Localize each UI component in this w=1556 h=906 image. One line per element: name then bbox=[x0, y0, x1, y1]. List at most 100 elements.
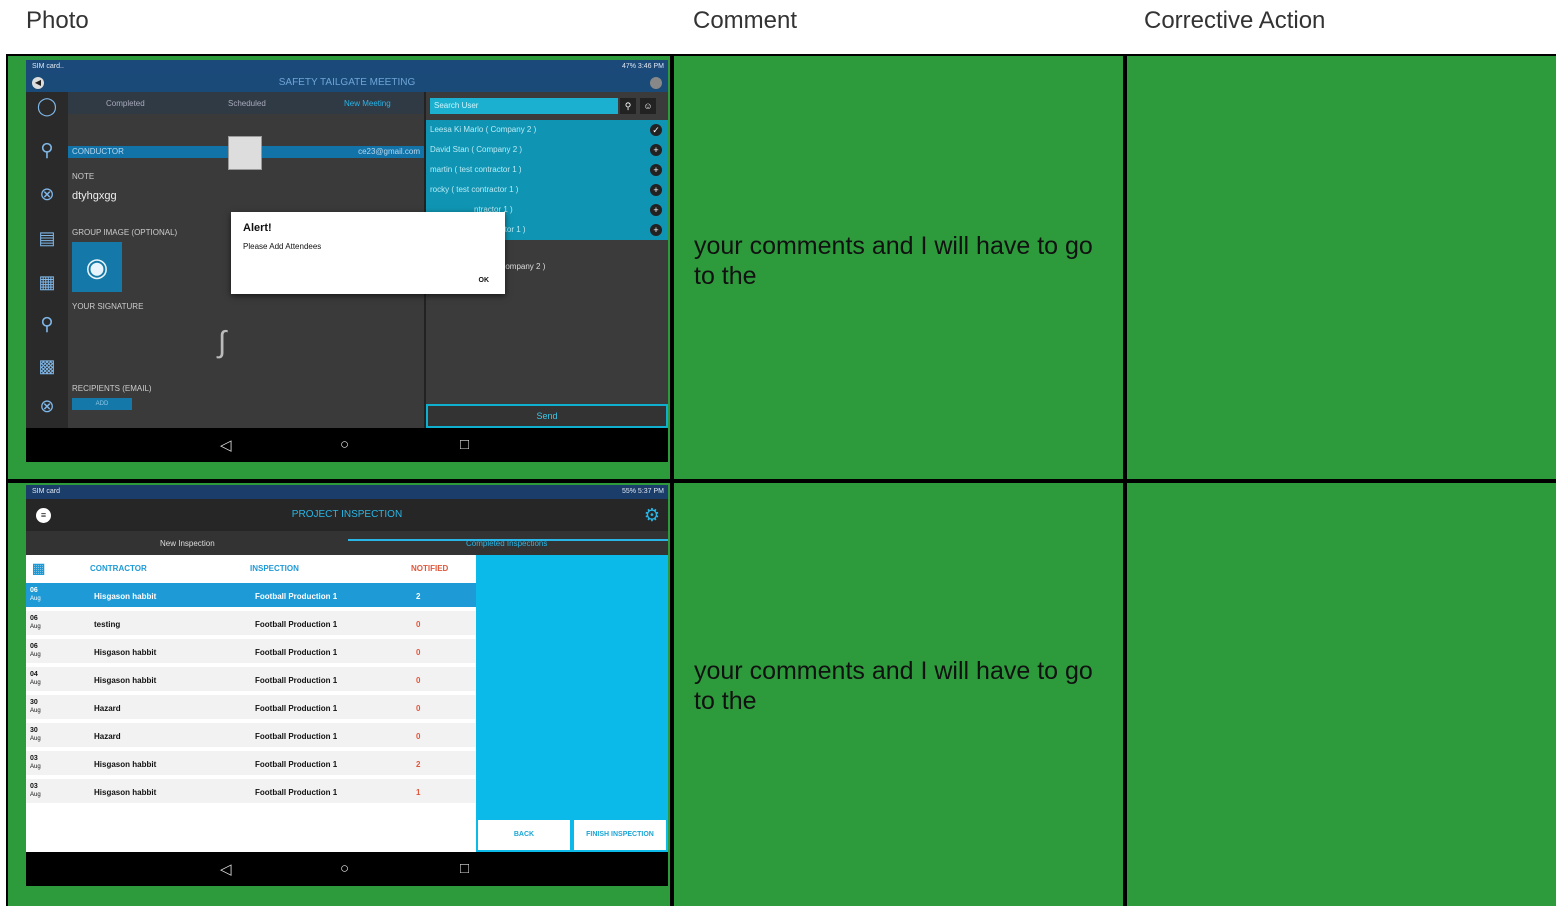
contractor-cell: Hazard bbox=[94, 732, 121, 741]
notified-cell: 0 bbox=[416, 648, 421, 657]
note-input[interactable]: dtyhgxgg bbox=[68, 190, 424, 202]
recipients-label: RECIPIENTS (EMAIL) bbox=[72, 384, 152, 393]
send-button[interactable]: Send bbox=[426, 404, 668, 428]
back-button[interactable]: BACK bbox=[478, 820, 570, 850]
contractor-cell: Hazard bbox=[94, 704, 121, 713]
home-circle-icon[interactable]: ○ bbox=[340, 860, 349, 877]
add-recipient-button[interactable]: ADD bbox=[72, 398, 132, 410]
inspection-cell: Football Production 1 bbox=[255, 676, 338, 685]
plus-icon[interactable]: + bbox=[650, 204, 662, 216]
search-user-input[interactable]: Search User bbox=[430, 98, 618, 114]
date-cell: 06 Aug bbox=[30, 615, 41, 630]
inspection-cell: Football Production 1 bbox=[255, 620, 338, 629]
date-cell: 04 Aug bbox=[30, 671, 41, 686]
check-icon[interactable]: ✓ bbox=[650, 124, 662, 136]
app-title-bar: ◀ SAFETY TAILGATE MEETING bbox=[26, 74, 668, 92]
inspection-cell: Football Production 1 bbox=[255, 648, 338, 657]
project-inspection-screenshot: SIM card 55% 5:37 PM ≡ PROJECT INSPECTIO… bbox=[26, 485, 668, 886]
shield-icon[interactable]: ◯ bbox=[30, 96, 64, 132]
finish-inspection-button[interactable]: FINISH INSPECTION bbox=[574, 820, 666, 850]
analysis-icon[interactable]: ⚲ bbox=[30, 314, 64, 350]
report-table: SIM card.. 47% 3:46 PM ◀ SAFETY TAILGATE… bbox=[6, 54, 1556, 906]
photo-cell-1: SIM card.. 47% 3:46 PM ◀ SAFETY TAILGATE… bbox=[8, 56, 670, 479]
table-row[interactable]: 04 Aug Hisgason habbit Football Production … bbox=[26, 667, 476, 693]
notified-cell: 2 bbox=[416, 592, 421, 601]
recents-square-icon[interactable]: □ bbox=[460, 860, 469, 877]
ok-button[interactable]: OK bbox=[479, 277, 490, 284]
status-bar: SIM card 55% 5:37 PM bbox=[26, 485, 668, 499]
date-cell: 30 Aug bbox=[30, 727, 41, 742]
plus-icon[interactable]: + bbox=[650, 164, 662, 176]
list-item[interactable]: David Stan ( Company 2 ) + bbox=[430, 140, 664, 160]
tab-new-meeting[interactable]: New Meeting bbox=[344, 99, 391, 108]
comment-cell-2: your comments and I will have to go to t… bbox=[674, 483, 1123, 906]
search-icon[interactable]: ⚲ bbox=[620, 98, 636, 114]
photo-cell-2: SIM card 55% 5:37 PM ≡ PROJECT INSPECTIO… bbox=[8, 483, 670, 906]
notified-cell: 2 bbox=[416, 760, 421, 769]
recents-square-icon[interactable]: □ bbox=[460, 436, 469, 453]
column-header: INSPECTION bbox=[250, 564, 299, 573]
reports-icon[interactable]: ⊗ bbox=[30, 396, 64, 432]
close-circle-icon[interactable]: ⊗ bbox=[30, 184, 64, 220]
camera-icon[interactable]: ◉ bbox=[72, 242, 122, 292]
back-triangle-icon[interactable]: ◁ bbox=[220, 860, 232, 878]
tab-new-inspection[interactable]: New Inspection bbox=[160, 539, 215, 548]
back-triangle-icon[interactable]: ◁ bbox=[220, 436, 232, 454]
alert-dialog: Alert! Please Add Attendees OK bbox=[231, 212, 505, 294]
note-label: NOTE bbox=[72, 172, 95, 181]
comment-text: your comments and I will have to go to t… bbox=[694, 232, 1093, 290]
android-nav-bar: ◁ ○ □ bbox=[26, 852, 668, 886]
inspection-cell: Football Production 1 bbox=[255, 788, 338, 797]
table-row[interactable]: 30 Aug Hazard Football Production 1 0 bbox=[26, 723, 476, 749]
page-title: SAFETY TAILGATE MEETING bbox=[278, 77, 416, 88]
list-item[interactable]: Leesa Ki Marlo ( Company 2 ) ✓ bbox=[430, 120, 664, 140]
list-item[interactable]: martin ( test contractor 1 ) + bbox=[430, 160, 664, 180]
list-item[interactable]: rocky ( test contractor 1 ) + bbox=[430, 180, 664, 200]
home-circle-icon[interactable]: ○ bbox=[340, 436, 349, 453]
inspection-side-panel: BACK FINISH INSPECTION bbox=[476, 555, 668, 852]
tab-completed[interactable]: Completed bbox=[106, 99, 145, 108]
table-row[interactable]: 03 Aug Hisgason habbit Football Production … bbox=[26, 751, 476, 777]
comment-text: your comments and I will have to go to t… bbox=[694, 657, 1093, 715]
column-header: NOTIFIED bbox=[411, 564, 449, 573]
date-cell: 30 Aug bbox=[30, 699, 41, 714]
notified-cell: 0 bbox=[416, 676, 421, 685]
alert-title: Alert! bbox=[243, 222, 272, 234]
date-cell: 06 Aug bbox=[30, 587, 41, 602]
user-icon[interactable]: ☺ bbox=[640, 98, 656, 114]
tab-scheduled[interactable]: Scheduled bbox=[228, 99, 266, 108]
back-arrow-icon[interactable]: ◀ bbox=[32, 77, 44, 89]
clipboard-icon[interactable]: ▤ bbox=[30, 228, 64, 264]
table-row[interactable]: 06 Aug Hisgason habbit Football Production … bbox=[26, 639, 476, 665]
corrective-action-column-header: Corrective Action bbox=[1144, 7, 1326, 34]
active-tab-indicator bbox=[348, 539, 668, 541]
gear-icon[interactable]: ⚙ bbox=[644, 499, 660, 531]
android-nav-bar: ◁ ○ □ bbox=[26, 428, 668, 462]
calendar-icon[interactable]: ▦ bbox=[32, 560, 45, 577]
table-row[interactable]: 30 Aug Hazard Football Production 1 0 bbox=[26, 695, 476, 721]
plus-icon[interactable]: + bbox=[650, 184, 662, 196]
contractor-cell: Hisgason habbit bbox=[94, 788, 157, 797]
table-row[interactable]: 03 Aug Hisgason habbit Football Production … bbox=[26, 779, 476, 805]
form-icon[interactable]: ▦ bbox=[30, 272, 64, 308]
app-sidebar: ◯ ⚲ ⊗ ▤ ▦ ⚲ ▩ ⊗ bbox=[26, 92, 68, 428]
table-row[interactable]: 06 Aug testing Football Production 1 0 bbox=[26, 611, 476, 637]
notified-cell: 0 bbox=[416, 732, 421, 741]
plus-icon[interactable]: + bbox=[650, 224, 662, 236]
signature-pad[interactable]: ∫ bbox=[218, 326, 258, 366]
notified-cell: 0 bbox=[416, 620, 421, 629]
search-icon[interactable]: ⚲ bbox=[30, 140, 64, 176]
contractor-cell: Hisgason habbit bbox=[94, 648, 157, 657]
contractor-cell: testing bbox=[94, 620, 121, 629]
menu-icon[interactable]: ≡ bbox=[36, 508, 51, 523]
table-header: ▦ CONTRACTOR INSPECTION NOTIFIED bbox=[26, 555, 476, 582]
docs-icon[interactable]: ▩ bbox=[30, 356, 64, 392]
status-bar: SIM card.. 47% 3:46 PM bbox=[26, 60, 668, 74]
table-row[interactable]: 06 Aug Hisgason habbit Football Production … bbox=[26, 583, 476, 609]
photo-column-header: Photo bbox=[26, 7, 89, 34]
inspection-cell: Football Production 1 bbox=[255, 760, 338, 769]
plus-icon[interactable]: + bbox=[650, 144, 662, 156]
settings-icon[interactable] bbox=[650, 77, 662, 89]
corrective-action-cell-2 bbox=[1127, 483, 1556, 906]
conductor-photo-box[interactable] bbox=[228, 136, 262, 170]
